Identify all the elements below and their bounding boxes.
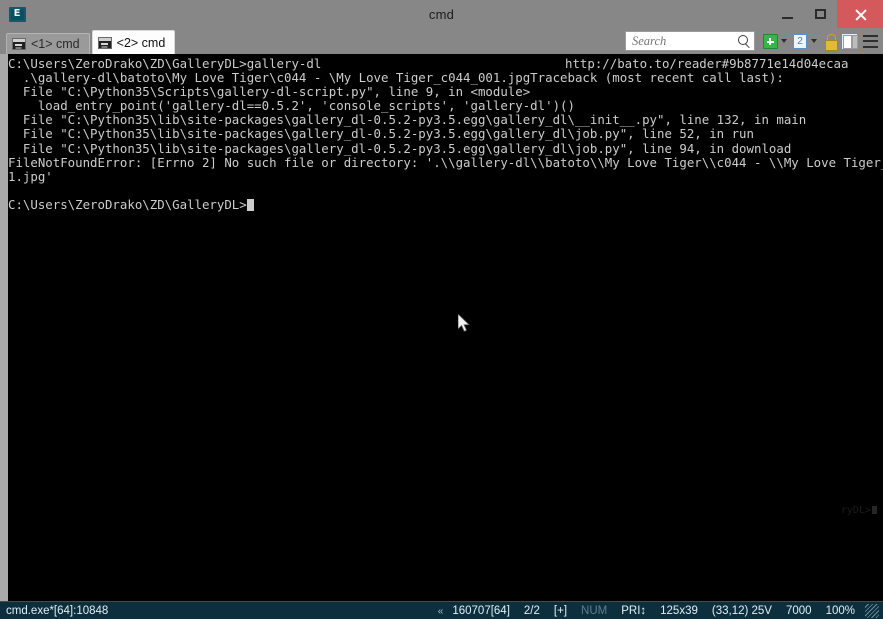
status-num-lock: NUM — [581, 605, 608, 617]
window-controls — [771, 0, 883, 28]
console-icon — [12, 38, 26, 50]
console-line: File "C:\Python35\Scripts\gallery-dl-scr… — [8, 84, 531, 100]
status-chevron-icon[interactable]: « — [438, 606, 446, 617]
console-line: .\gallery-dl\batoto\My Love Tiger\c044 -… — [8, 70, 784, 86]
new-console-button[interactable] — [761, 32, 779, 50]
new-console-dropdown-chevron-down-icon[interactable] — [781, 39, 787, 43]
console-icon — [97, 36, 112, 49]
status-indicators: « 160707[64] 2/2 [+] NUM PRI↕ 125x39 (33… — [438, 602, 883, 619]
console-area: C:\Users\ZeroDrako\ZD\GalleryDL>gallery-… — [0, 54, 883, 601]
ghost-cursor — [872, 506, 877, 514]
console-line: load_entry_point('gallery-dl==0.5.2', 'c… — [8, 98, 575, 114]
hamburger-menu-icon — [863, 45, 878, 48]
status-size: 125x39 — [660, 605, 698, 617]
toolbar: 2 — [625, 30, 878, 52]
conemu-window: cmd <1> cmd <2> cmd — [0, 0, 883, 619]
search-box[interactable] — [625, 31, 755, 51]
title-bar: cmd — [0, 0, 883, 28]
console-url-text: http://bato.to/reader#9b8771e14d04ecaa — [565, 56, 849, 71]
console-output[interactable]: C:\Users\ZeroDrako\ZD\GalleryDL>gallery-… — [8, 54, 883, 601]
hamburger-menu-icon — [863, 40, 878, 42]
console-line: FileNotFoundError: [Errno 2] No such fil… — [8, 154, 883, 170]
search-icon — [738, 34, 751, 48]
console-line: C:\Users\ZeroDrako\ZD\GalleryDL> — [8, 197, 883, 212]
split-panes-icon — [840, 32, 858, 50]
conemu-monitor-icon — [4, 1, 30, 27]
status-buffer: 7000 — [785, 605, 812, 617]
console-line: File "C:\Python35\lib\site-packages\gall… — [8, 140, 792, 156]
status-process: cmd.exe*[64]:10848 — [6, 604, 109, 617]
lock-icon — [824, 33, 838, 51]
text-cursor — [246, 198, 254, 211]
green-plus-icon — [762, 33, 778, 49]
number-box-icon: 2 — [793, 33, 807, 49]
tab-list: <1> cmd <2> cmd — [0, 28, 177, 54]
maximize-button[interactable] — [804, 0, 837, 28]
scrollbar-thumb[interactable] — [0, 54, 8, 601]
main-menu-button[interactable] — [863, 34, 878, 48]
console-scrollbar[interactable] — [0, 54, 8, 601]
maximize-icon — [815, 9, 826, 19]
status-priority[interactable]: PRI↕ — [614, 605, 653, 617]
status-bar: cmd.exe*[64]:10848 « 160707[64] 2/2 [+] … — [0, 601, 883, 619]
status-tab-count: 2/2 — [523, 605, 540, 617]
console-line: File "C:\Python35\lib\site-packages\gall… — [8, 126, 754, 142]
close-icon — [854, 8, 867, 21]
tab-notch-decoration — [320, 54, 366, 63]
tab-label: <1> cmd — [31, 37, 80, 51]
split-view-button[interactable] — [840, 32, 858, 50]
window-title: cmd — [428, 6, 455, 22]
console-line: File "C:\Python35\lib\site-packages\gall… — [8, 112, 807, 128]
tab-console-1[interactable]: <1> cmd — [6, 33, 90, 54]
resize-grip[interactable] — [865, 604, 879, 618]
status-insert-mode: [+] — [553, 605, 568, 617]
ghost-prompt-text: ryDL> — [841, 505, 877, 516]
admin-lock-button[interactable] — [821, 32, 839, 51]
tab-label: <2> cmd — [116, 35, 166, 50]
minimize-button[interactable] — [771, 0, 804, 28]
status-build: 160707[64] — [452, 605, 510, 617]
status-zoom: 100% — [825, 605, 855, 617]
status-cursor-pos: (33,12) 25V — [711, 605, 772, 617]
search-input[interactable] — [632, 33, 738, 49]
minimize-icon — [782, 16, 793, 19]
console-line: 1.jpg' — [8, 168, 53, 184]
tab-console-2[interactable]: <2> cmd — [91, 30, 176, 54]
hamburger-menu-icon — [863, 34, 878, 37]
active-console-count[interactable]: 2 — [791, 32, 809, 50]
tab-bar: <1> cmd <2> cmd 2 — [0, 28, 883, 54]
close-button[interactable] — [837, 0, 883, 28]
console-list-dropdown-chevron-down-icon[interactable] — [811, 39, 817, 43]
